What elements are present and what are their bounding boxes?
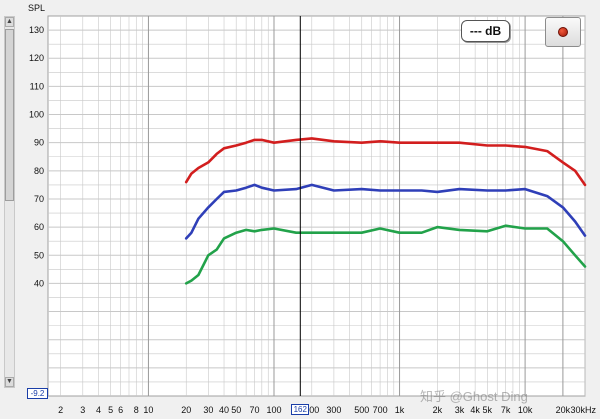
x-tick-label: 50 bbox=[231, 405, 241, 415]
x-tick-label: 30kHz bbox=[570, 405, 596, 415]
y-tick-label: 40 bbox=[34, 278, 44, 288]
x-tick-label: 2k bbox=[433, 405, 443, 415]
scroll-up-arrow-icon[interactable]: ▲ bbox=[5, 17, 14, 27]
y-axis-title: SPL bbox=[28, 3, 45, 13]
plot-area[interactable] bbox=[47, 15, 586, 397]
x-tick-label: 5k bbox=[483, 405, 493, 415]
x-tick-label: 20 bbox=[181, 405, 191, 415]
y-tick-label: 110 bbox=[30, 81, 44, 91]
y-tick-label: 130 bbox=[29, 25, 44, 35]
x-tick-label: 7k bbox=[501, 405, 511, 415]
x-tick-label: 30 bbox=[203, 405, 213, 415]
watermark-text: 知乎 @Ghost Ding bbox=[420, 389, 528, 404]
y-tick-label: 60 bbox=[34, 222, 44, 232]
x-tick-label: 20k bbox=[556, 405, 571, 415]
y-tick-label: 70 bbox=[34, 194, 44, 204]
y-tick-label: 120 bbox=[29, 53, 44, 63]
x-tick-label: 4 bbox=[96, 405, 101, 415]
y-tick-label: 80 bbox=[34, 166, 44, 176]
x-tick-labels: 2 3 4 5 6 8 10 20 30 40 50 70 100 200 300 500 700 1k 2k 3k 4… bbox=[58, 405, 596, 415]
x-tick-label: 70 bbox=[250, 405, 260, 415]
x-tick-label: 6 bbox=[118, 405, 123, 415]
x-tick-label: 3k bbox=[455, 405, 465, 415]
vertical-scrollbar[interactable]: ▲ ▼ bbox=[4, 16, 15, 388]
x-tick-label: 100 bbox=[266, 405, 281, 415]
x-tick-label: 300 bbox=[326, 405, 341, 415]
y-tick-label: 90 bbox=[34, 138, 44, 148]
y-tick-label: 100 bbox=[29, 110, 44, 120]
x-tick-label: 500 bbox=[354, 405, 369, 415]
y-tick-label: 50 bbox=[34, 250, 44, 260]
record-button[interactable] bbox=[545, 17, 581, 47]
x-tick-label: 10k bbox=[518, 405, 533, 415]
level-offset-readout[interactable]: -9.2 bbox=[27, 388, 48, 399]
record-icon bbox=[558, 27, 568, 37]
x-tick-label: 5 bbox=[108, 405, 113, 415]
x-tick-label: 700 bbox=[373, 405, 388, 415]
spl-analyzer-window: SPL 40 50 60 70 80 90 100 110 120 130 2 3 4 5 6 8 10 20 3… bbox=[0, 0, 600, 419]
scrollbar-thumb[interactable] bbox=[5, 29, 14, 201]
x-tick-label: 40 bbox=[219, 405, 229, 415]
frequency-response-chart: SPL 405060708090100110120130 2 3 4 5 6 8 10 20 3… bbox=[28, 3, 596, 415]
x-tick-label: 4k bbox=[470, 405, 480, 415]
db-readout: --- dB bbox=[461, 20, 510, 42]
x-tick-label: 3 bbox=[80, 405, 85, 415]
x-tick-label: 8 bbox=[134, 405, 139, 415]
y-tick-labels: 40 50 60 70 80 90 100 110 120 130 bbox=[29, 25, 44, 288]
scroll-down-arrow-icon[interactable]: ▼ bbox=[5, 377, 14, 387]
x-tick-label: 10 bbox=[143, 405, 153, 415]
x-tick-label: 2 bbox=[58, 405, 63, 415]
x-tick-label: 1k bbox=[395, 405, 405, 415]
cursor-frequency-readout[interactable]: 162 bbox=[291, 404, 310, 415]
